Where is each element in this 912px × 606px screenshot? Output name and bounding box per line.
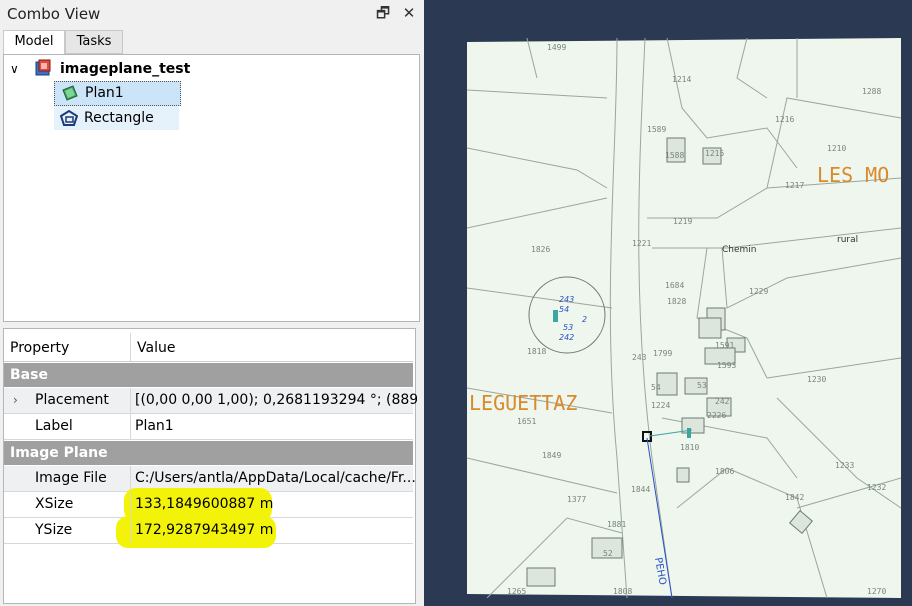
property-name: XSize [4, 492, 131, 517]
svg-text:54: 54 [559, 305, 569, 314]
property-name-label: YSize [35, 522, 73, 538]
rectangle-icon [59, 109, 79, 127]
svg-text:243: 243 [559, 295, 574, 304]
svg-text:1826: 1826 [531, 245, 550, 254]
svg-text:53: 53 [563, 323, 573, 332]
svg-text:1808: 1808 [613, 587, 632, 596]
svg-text:2: 2 [582, 315, 587, 324]
svg-text:1288: 1288 [862, 87, 881, 96]
tab-bar: Model Tasks [0, 28, 424, 55]
tree-item-label: Plan1 [85, 85, 124, 101]
svg-text:1377: 1377 [567, 495, 586, 504]
property-column-header[interactable]: Property [4, 333, 131, 361]
svg-text:rural: rural [837, 235, 858, 245]
svg-text:1591: 1591 [715, 341, 734, 350]
group-base[interactable]: Base [4, 363, 413, 387]
panel-titlebar: Combo View 🗗 ✕ [0, 0, 424, 28]
svg-text:1589: 1589 [647, 125, 666, 134]
svg-text:1881: 1881 [607, 520, 626, 529]
svg-text:1499: 1499 [547, 43, 566, 52]
svg-text:1844: 1844 [631, 485, 650, 494]
group-image-plane[interactable]: Image Plane [4, 441, 413, 465]
expand-chevron-icon[interactable]: ∨ [10, 58, 19, 80]
svg-text:1217: 1217 [785, 181, 804, 190]
svg-text:1216: 1216 [775, 115, 794, 124]
combo-view-panel: Combo View 🗗 ✕ Model Tasks ∨ imageplane_… [0, 0, 424, 606]
tab-tasks[interactable]: Tasks [65, 30, 123, 54]
svg-text:1232: 1232 [867, 483, 886, 492]
svg-text:1210: 1210 [827, 144, 846, 153]
undock-icon[interactable]: 🗗 [374, 4, 392, 22]
svg-text:242: 242 [715, 397, 730, 406]
property-value[interactable]: 133,1849600887 m [131, 492, 417, 517]
svg-text:1842: 1842 [785, 493, 804, 502]
svg-text:LES MO: LES MO [817, 163, 889, 187]
property-name: YSize [4, 518, 131, 543]
tree-item-rectangle[interactable]: Rectangle [54, 106, 179, 130]
svg-text:1215: 1215 [705, 149, 724, 158]
svg-text:1684: 1684 [665, 281, 684, 290]
svg-text:1806: 1806 [715, 467, 734, 476]
document-icon [34, 59, 52, 77]
group-label: Image Plane [10, 445, 108, 461]
svg-text:Chemin: Chemin [722, 245, 757, 255]
svg-text:1799: 1799 [653, 349, 672, 358]
property-row-label[interactable]: Label Plan1 [4, 414, 413, 440]
property-name: › Placement [4, 388, 131, 413]
value-column-header[interactable]: Value [131, 333, 419, 361]
svg-text:2226: 2226 [707, 411, 726, 420]
property-value[interactable]: 172,9287943497 m [131, 518, 417, 543]
svg-text:52: 52 [603, 549, 613, 558]
svg-text:242: 242 [559, 333, 574, 342]
svg-text:53: 53 [697, 381, 707, 390]
close-icon[interactable]: ✕ [400, 4, 418, 22]
svg-text:1230: 1230 [807, 375, 826, 384]
tree-item-plan1[interactable]: Plan1 [54, 81, 181, 106]
property-name-label: XSize [35, 496, 74, 512]
svg-text:1224: 1224 [651, 401, 670, 410]
property-name-label: Label [35, 418, 73, 434]
svg-text:1214: 1214 [672, 75, 691, 84]
property-value[interactable]: Plan1 [131, 414, 417, 439]
expand-chevron-icon[interactable]: › [13, 388, 18, 413]
svg-text:1849: 1849 [542, 451, 561, 460]
property-name: Image File [4, 466, 131, 491]
svg-text:1270: 1270 [867, 587, 886, 596]
svg-text:LEGUETTAZ: LEGUETTAZ [469, 391, 577, 415]
svg-text:1221: 1221 [632, 239, 651, 248]
svg-text:54: 54 [651, 383, 661, 392]
property-name-label: Placement [35, 392, 109, 408]
group-label: Base [10, 367, 48, 383]
panel-title: Combo View [7, 5, 101, 23]
svg-text:1810: 1810 [680, 443, 699, 452]
property-row-placement[interactable]: › Placement [(0,00 0,00 1,00); 0,2681193… [4, 388, 417, 414]
3d-view[interactable]: 1499 1214 1288 1216 1589 1215 1588 1210 1217 1… [430, 0, 912, 606]
svg-text:1828: 1828 [667, 297, 686, 306]
svg-text:1265: 1265 [507, 587, 526, 596]
svg-text:1593: 1593 [717, 361, 736, 370]
svg-text:1229: 1229 [749, 287, 768, 296]
property-header-row: Property Value [4, 333, 413, 362]
svg-text:1233: 1233 [835, 461, 854, 470]
document-label[interactable]: imageplane_test [60, 58, 190, 80]
property-editor: Property Value Base › Placement [(0,00 0… [3, 328, 417, 604]
svg-text:1651: 1651 [517, 417, 536, 426]
model-tree: ∨ imageplane_test Plan1 Rectangle [3, 54, 420, 322]
tree-item-label: Rectangle [84, 110, 154, 126]
tab-model[interactable]: Model [3, 30, 65, 55]
property-name: Label [4, 414, 131, 439]
property-value[interactable]: [(0,00 0,00 1,00); 0,2681193294 °; (8891… [131, 388, 417, 413]
cadastral-map-image: 1499 1214 1288 1216 1589 1215 1588 1210 1217 1… [466, 37, 902, 599]
property-name-label: Image File [35, 470, 107, 486]
svg-text:1818: 1818 [527, 347, 546, 356]
property-row-ysize[interactable]: YSize 172,9287943497 m [4, 516, 413, 548]
svg-text:1588: 1588 [665, 151, 684, 160]
property-row-xsize[interactable]: XSize 133,1849600887 m [4, 488, 413, 522]
svg-text:243: 243 [632, 353, 647, 362]
image-plane-icon [61, 84, 79, 102]
svg-text:1219: 1219 [673, 217, 692, 226]
